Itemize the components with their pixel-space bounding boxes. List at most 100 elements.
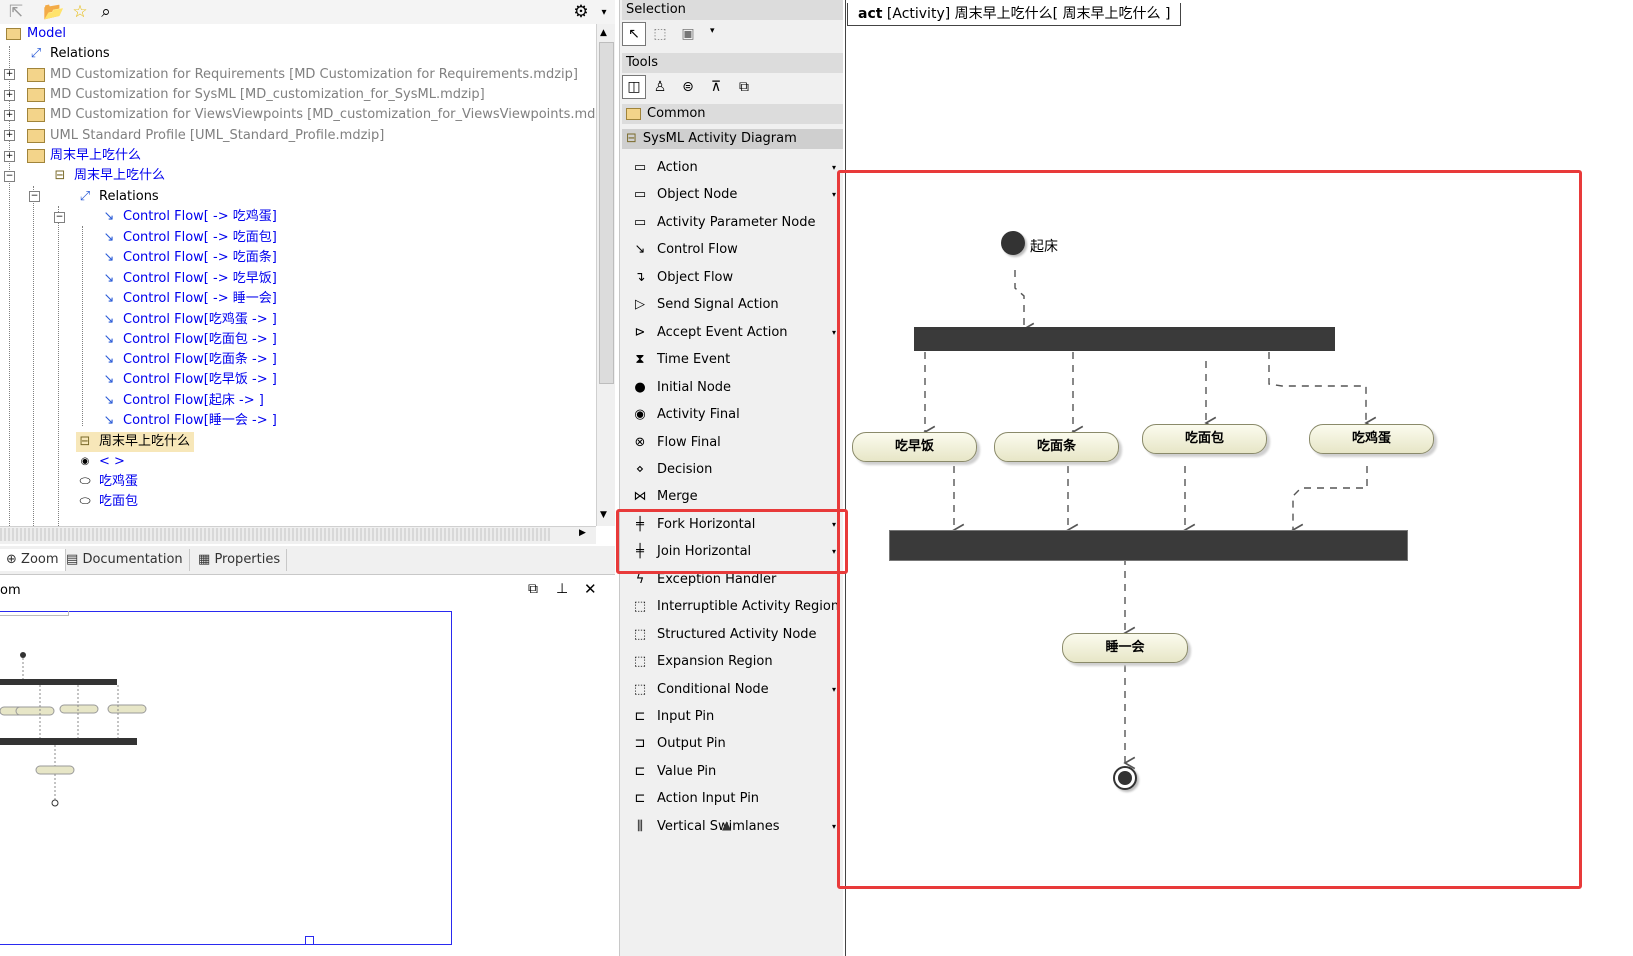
palette-group-sysml-activity[interactable]: ⊟ SysML Activity Diagram (622, 129, 844, 149)
tree-vertical-scrollbar[interactable]: ▲ ▼ (596, 24, 615, 526)
scroll-down-icon[interactable]: ▼ (600, 510, 607, 520)
palette-item-object-flow[interactable]: ↴ Object Flow (620, 264, 844, 291)
rubber-band-tool-icon[interactable]: ⬚ (648, 22, 672, 46)
selection-header[interactable]: Selection (622, 0, 844, 20)
separator-tool-icon[interactable]: ⊜ (676, 75, 700, 99)
tree-item-activity-diagram[interactable]: ⊟ 周末早上吃什么 (76, 432, 195, 452)
spacing-tool-icon[interactable]: ⊼ (704, 75, 728, 99)
tree-item-control-flow[interactable]: ↘ Control Flow[吃面包 -> ] (100, 330, 277, 350)
lasso-tool-icon[interactable]: ▣ (676, 22, 700, 46)
palette-item-action-input-pin[interactable]: ⊏ Action Input Pin (620, 785, 844, 812)
dropdown-arrow-icon[interactable]: ▾ (594, 2, 614, 22)
palette-item-time-event[interactable]: ⧗ Time Event (620, 346, 844, 373)
expand-toggle[interactable]: + (4, 110, 15, 121)
palette-item-interruptible-activity-region[interactable]: ⬚ Interruptible Activity Region (620, 593, 844, 620)
restore-icon[interactable]: ⧉ (528, 581, 538, 597)
tree-item-action[interactable]: ⬭ 吃面包 (76, 492, 138, 506)
submenu-arrow-icon[interactable]: ▾ (832, 676, 836, 703)
tree-item-module[interactable]: MD Customization for ViewsViewpoints [MD… (27, 105, 596, 125)
tree-item-activity[interactable]: ⊟ 周末早上吃什么 (51, 166, 165, 186)
tab-documentation[interactable]: ▤ Documentation (60, 549, 190, 571)
star-icon[interactable]: ☆ (70, 2, 90, 22)
palette-item-send-signal-action[interactable]: ▷ Send Signal Action (620, 291, 844, 318)
tab-zoom[interactable]: ⊕ Zoom (0, 549, 66, 571)
tree-item-control-flow[interactable]: ↘ Control Flow[睡一会 -> ] (100, 411, 277, 431)
submenu-arrow-icon[interactable]: ▾ (832, 319, 836, 346)
expand-toggle[interactable]: + (4, 130, 15, 141)
palette-group-common[interactable]: Common (622, 104, 844, 124)
expand-toggle[interactable]: + (4, 151, 15, 162)
submenu-arrow-icon[interactable]: ▾ (832, 154, 836, 181)
tree-item-control-flow[interactable]: ↘ Control Flow[吃面条 -> ] (100, 350, 277, 370)
bottom-tabs: ⊕ Zoom ▤ Documentation ▦ Properties (0, 546, 615, 575)
tree-item-module[interactable]: MD Customization for SysML [MD_customiza… (27, 85, 485, 105)
tree-item-control-flow[interactable]: ↘ Control Flow[ -> 睡一会] (100, 289, 277, 309)
tree-item-module[interactable]: MD Customization for Requirements [MD Cu… (27, 65, 578, 85)
expand-toggle[interactable]: + (4, 90, 15, 101)
actor-tool-icon[interactable]: ♙ (648, 75, 672, 99)
pointer-tool-icon[interactable]: ↖ (622, 22, 646, 46)
palette-item-action[interactable]: ▭ Action ▾ (620, 154, 844, 181)
palette-item-control-flow[interactable]: ↘ Control Flow (620, 236, 844, 263)
tree-item-control-flow[interactable]: ↘ Control Flow[ -> 吃早饭] (100, 269, 277, 289)
note-tool-icon[interactable]: ◫ (622, 75, 646, 99)
palette-item-initial-node[interactable]: ● Initial Node (620, 374, 844, 401)
search-icon[interactable]: ⌕ (96, 2, 116, 22)
collapse-toggle[interactable]: − (29, 191, 40, 202)
close-icon[interactable]: ✕ (584, 580, 597, 598)
tree-item-final-node[interactable]: ◉ < > (76, 452, 125, 472)
palette-item-object-node[interactable]: ▭ Object Node ▾ (620, 181, 844, 208)
scroll-right-icon[interactable]: ▶ (579, 528, 586, 538)
collapse-toggle[interactable]: − (54, 212, 65, 223)
interruptible-region-icon: ⬚ (633, 599, 647, 615)
expand-toggle[interactable]: + (4, 69, 15, 80)
tree-item-control-flow[interactable]: ↘ Control Flow[ -> 吃面条] (100, 248, 277, 268)
palette-item-flow-final[interactable]: ⊗ Flow Final (620, 429, 844, 456)
tree-item-control-flow[interactable]: ↘ Control Flow[吃早饭 -> ] (100, 370, 277, 390)
tab-properties[interactable]: ▦ Properties (192, 549, 288, 571)
submenu-arrow-icon[interactable]: ▾ (832, 181, 836, 208)
zoom-overview[interactable] (0, 611, 615, 956)
resize-handle[interactable] (305, 936, 314, 945)
palette-item-vertical-swimlanes[interactable]: ⫼ Vertical Swimlanes ▾ (620, 813, 844, 840)
tree-item-control-flow[interactable]: ↘ Control Flow[起床 -> ] (100, 391, 264, 411)
palette-item-input-pin[interactable]: ⊏ Input Pin (620, 703, 844, 730)
tree-horizontal-scrollbar[interactable]: ▶ (0, 526, 596, 544)
containment-tree[interactable]: Model + ⤢ Relations + MD Customization fo… (0, 24, 596, 526)
palette-item-activity-final[interactable]: ◉ Activity Final (620, 401, 844, 428)
control-flow-icon: ↘ (103, 312, 115, 327)
submenu-arrow-icon[interactable]: ▾ (832, 813, 836, 840)
palette-item-expansion-region[interactable]: ⬚ Expansion Region (620, 648, 844, 675)
control-flow-icon: ↘ (103, 393, 115, 408)
pin-icon[interactable]: ⊥ (556, 581, 568, 597)
tree-item-control-flow[interactable]: ↘ Control Flow[吃鸡蛋 -> ] (100, 310, 277, 330)
palette-item-conditional-node[interactable]: ⬚ Conditional Node ▾ (620, 676, 844, 703)
palette-item-decision[interactable]: ⋄ Decision (620, 456, 844, 483)
gear-icon[interactable]: ⚙ (571, 2, 591, 22)
tree-item-model[interactable]: Model (4, 24, 66, 44)
tools-header[interactable]: Tools (622, 53, 844, 73)
tree-item-relations[interactable]: ⤢ Relations (27, 44, 110, 64)
palette-item-activity-parameter-node[interactable]: ▭ Activity Parameter Node (620, 209, 844, 236)
palette-item-accept-event-action[interactable]: ⊳ Accept Event Action ▾ (620, 319, 844, 346)
tree-item-relations[interactable]: ⤢ Relations (76, 187, 159, 207)
scroll-up-icon[interactable]: ▲ (600, 28, 607, 38)
scroll-thumb[interactable] (599, 42, 614, 384)
tree-item-action[interactable]: ⬭ 吃鸡蛋 (76, 472, 138, 492)
tree-item-module[interactable]: UML Standard Profile [UML_Standard_Profi… (27, 126, 384, 146)
palette-item-merge[interactable]: ⋈ Merge (620, 483, 844, 510)
tree-item-package[interactable]: 周末早上吃什么 (27, 146, 141, 166)
palette-item-output-pin[interactable]: ⊐ Output Pin (620, 730, 844, 757)
tree-item-control-flow[interactable]: ↘ Control Flow[ -> 吃鸡蛋] (100, 207, 277, 227)
scroll-thumb[interactable] (0, 528, 550, 541)
palette-item-value-pin[interactable]: ⊏ Value Pin (620, 758, 844, 785)
collapse-toggle[interactable]: − (4, 171, 15, 182)
tree-item-control-flow[interactable]: ↘ Control Flow[ -> 吃面包] (100, 228, 277, 248)
scroll-up-arrow-icon[interactable]: ▲ (722, 818, 731, 832)
palette-item-structured-activity-node[interactable]: ⬚ Structured Activity Node (620, 621, 844, 648)
layout-tool-icon[interactable]: ⧉ (732, 75, 756, 99)
collapse-icon[interactable]: ⇱ (6, 2, 26, 22)
palette-item-label: Interruptible Activity Region (657, 599, 840, 615)
selection-dropdown-icon[interactable]: ▾ (710, 26, 715, 36)
open-folder-icon[interactable]: 📂 (43, 2, 64, 22)
